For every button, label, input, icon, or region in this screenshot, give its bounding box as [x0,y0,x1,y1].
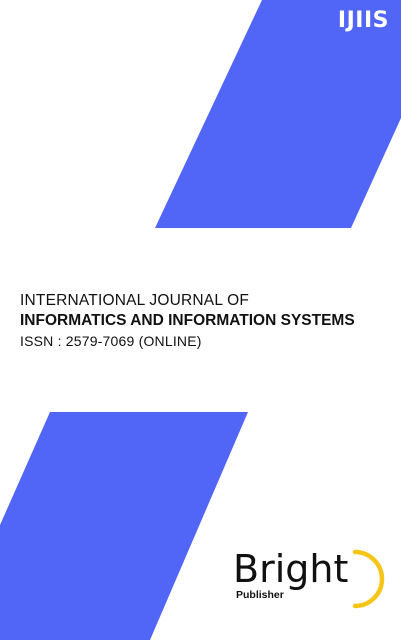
journal-title-line-2: INFORMATICS AND INFORMATION SYSTEMS [20,312,355,329]
top-right-parallelogram [155,0,401,228]
journal-cover: IJIIS INTERNATIONAL JOURNAL OF INFORMATI… [0,0,401,640]
journal-title-line-1: INTERNATIONAL JOURNAL OF [20,292,249,309]
journal-title-block: INTERNATIONAL JOURNAL OF INFORMATICS AND… [20,291,390,351]
journal-abbreviation: IJIIS [337,8,389,33]
publisher-tagline: Publisher [236,589,284,601]
logo-arc-icon [352,549,385,609]
bottom-left-parallelogram [0,412,248,640]
publisher-logo: Bright Publisher [233,548,393,618]
publisher-brand-name: Bright [233,547,349,591]
issn-label: ISSN : 2579-7069 (ONLINE) [20,333,202,349]
